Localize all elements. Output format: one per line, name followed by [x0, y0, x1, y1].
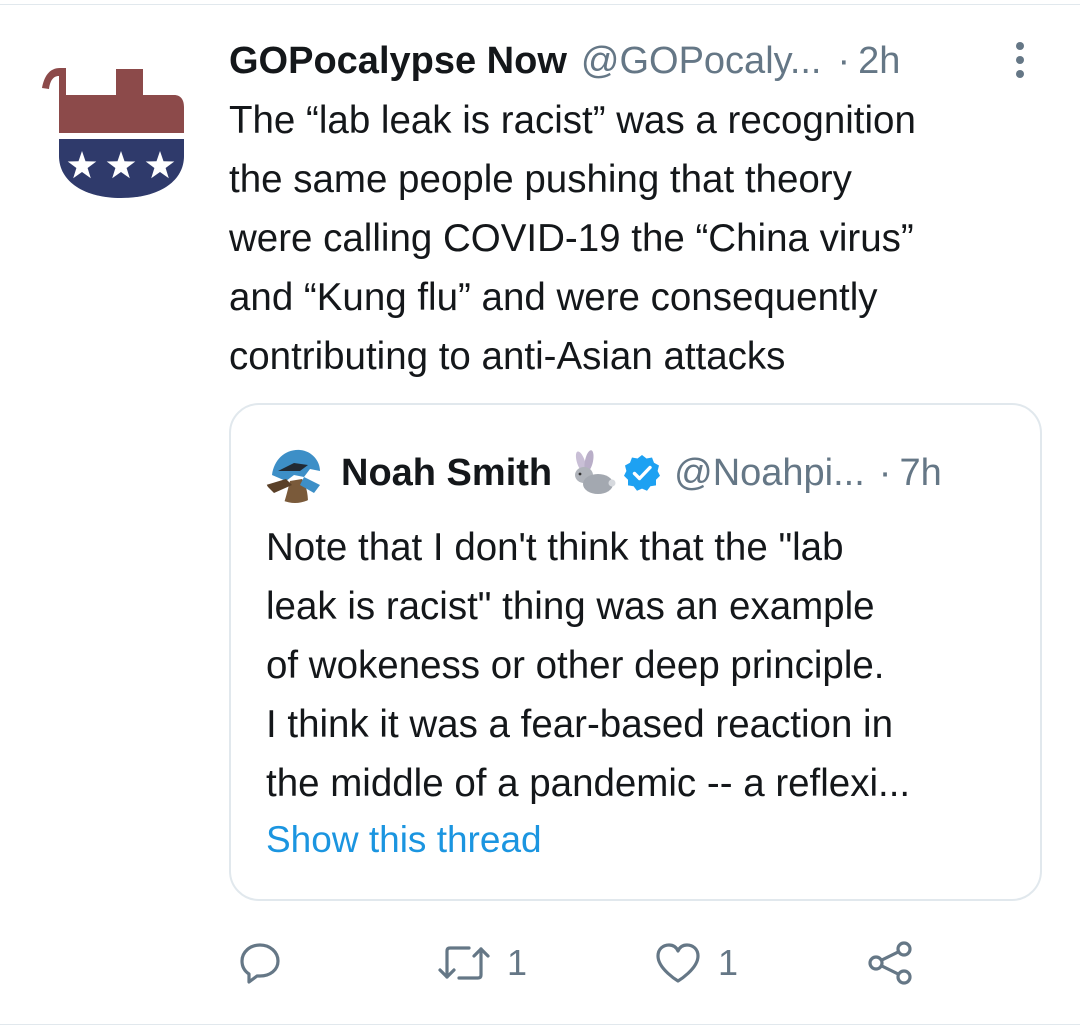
elephant-logo-icon[interactable]	[38, 64, 188, 214]
show-thread-link[interactable]: Show this thread	[266, 819, 542, 861]
tweet-text-line: and “Kung flu” and were consequently	[229, 276, 878, 319]
quoted-tweet-card[interactable]: Noah Smith @Noahpi... · 7h Note that I d…	[229, 403, 1042, 901]
tweet-text: The “lab leak is racist” was a recogniti…	[229, 91, 1049, 386]
tweet-text-line: the same people pushing that theory	[229, 158, 852, 201]
quote-text-line: the middle of a pandemic -- a reflexi...	[266, 762, 911, 805]
more-options-icon[interactable]	[1010, 40, 1030, 80]
like-count: 1	[718, 942, 739, 983]
header-separator: ·	[837, 39, 851, 82]
rabbit-icon	[575, 450, 616, 494]
tweet-timestamp[interactable]: 2h	[858, 40, 900, 83]
quote-text-line: Note that I don't think that the "lab	[266, 526, 844, 569]
quote-avatar[interactable]	[264, 441, 326, 503]
quote-header: Noah Smith @Noahpi... · 7h	[341, 447, 942, 499]
tweet-text-line: contributing to anti-Asian attacks	[229, 335, 786, 378]
heart-icon	[656, 943, 700, 983]
like-button[interactable]: 1	[654, 940, 738, 986]
quote-text: Note that I don't think that the "lab le…	[266, 518, 1026, 813]
quote-text-line: of wokeness or other deep principle.	[266, 644, 885, 687]
quote-author-handle[interactable]: @Noahpi...	[674, 452, 865, 495]
quote-author-name[interactable]: Noah Smith	[341, 452, 552, 495]
retweet-count: 1	[507, 942, 528, 983]
tweet-header: GOPocalypse Now @GOPocaly... · 2h	[229, 36, 1019, 86]
retweet-button[interactable]: 1	[437, 940, 527, 986]
reply-button[interactable]	[238, 940, 282, 986]
share-icon	[868, 941, 912, 985]
author-handle[interactable]: @GOPocaly...	[581, 40, 822, 83]
tweet-text-line: The “lab leak is racist” was a recogniti…	[229, 99, 916, 142]
quote-timestamp[interactable]: 7h	[899, 452, 941, 495]
reply-icon	[240, 943, 280, 984]
quote-text-line: I think it was a fear-based reaction in	[266, 703, 894, 746]
quote-header-separator: ·	[878, 451, 892, 494]
top-divider	[0, 4, 1080, 5]
retweet-icon	[438, 946, 490, 980]
verified-badge-icon	[624, 455, 661, 491]
tweet-text-line: were calling COVID-19 the “China virus”	[229, 217, 914, 260]
quote-text-line: leak is racist" thing was an example	[266, 585, 875, 628]
author-name[interactable]: GOPocalypse Now	[229, 40, 567, 83]
share-button[interactable]	[866, 940, 914, 986]
bottom-divider	[0, 1024, 1080, 1025]
